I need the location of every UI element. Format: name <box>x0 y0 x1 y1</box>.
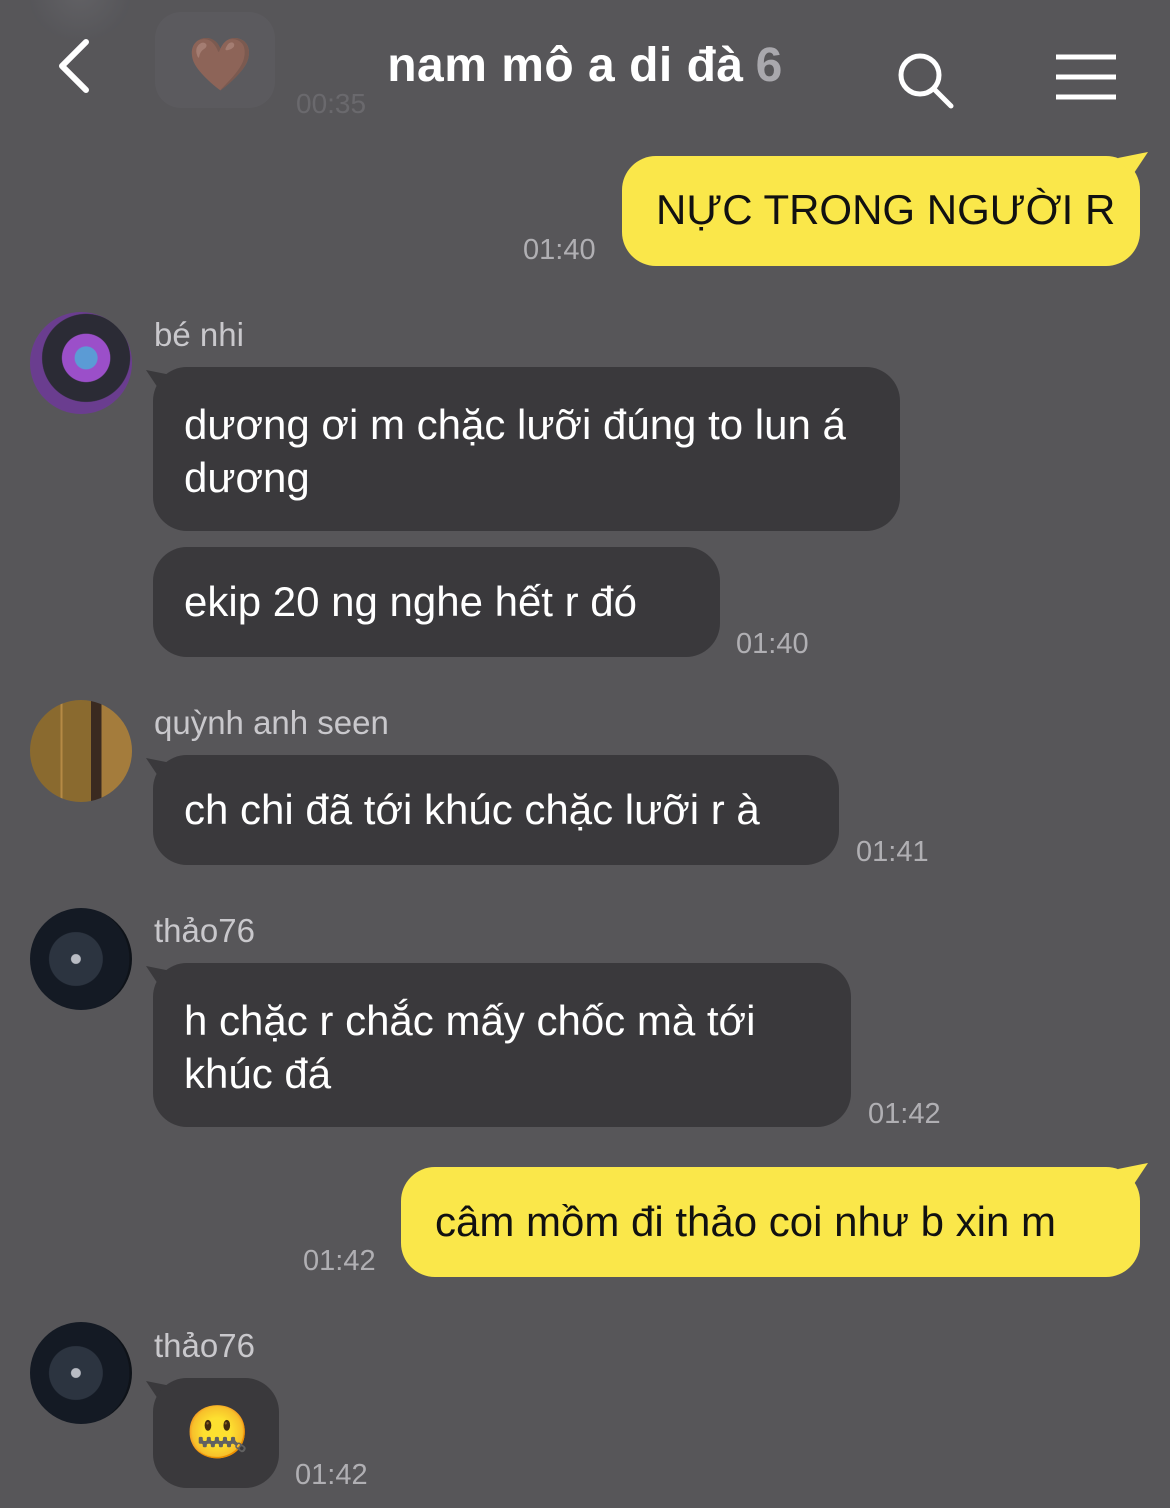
message-time: 01:42 <box>295 1459 368 1491</box>
sender-name: quỳnh anh seen <box>154 704 389 741</box>
message-text: câm mồm đi thảo coi như b xin m <box>435 1198 1057 1245</box>
bubble-tail <box>1118 152 1148 176</box>
member-count: 6 <box>755 39 783 92</box>
chat-title: nam mô a di đà 6 <box>0 38 1170 93</box>
search-icon[interactable] <box>895 50 957 112</box>
outgoing-message-bubble[interactable]: câm mồm đi thảo coi như b xin m <box>401 1167 1140 1277</box>
incoming-message-bubble[interactable]: h chặc r chắc mấy chốc mà tới khúc đá <box>153 963 851 1127</box>
zipper-mouth-emoji: 🤐 <box>185 1404 250 1462</box>
bubble-tail <box>1118 1163 1148 1187</box>
sender-name: thảo76 <box>154 912 255 949</box>
avatar[interactable] <box>30 1322 132 1424</box>
avatar[interactable] <box>30 908 132 1010</box>
sender-name: thảo76 <box>154 1327 255 1364</box>
menu-icon[interactable] <box>1054 52 1118 102</box>
avatar[interactable] <box>30 312 132 414</box>
avatar[interactable] <box>30 700 132 802</box>
chat-title-text: nam mô a di đà <box>387 39 744 92</box>
message-time: 01:42 <box>303 1245 376 1277</box>
message-time: 01:40 <box>736 628 809 660</box>
chat-header: nam mô a di đà 6 <box>0 0 1170 140</box>
message-time: 01:40 <box>523 234 596 266</box>
message-text: h chặc r chắc mấy chốc mà tới khúc đá <box>184 997 756 1097</box>
message-text: dương ơi m chặc lưỡi đúng to lun á dương <box>184 401 846 501</box>
incoming-message-bubble[interactable]: 🤐 <box>153 1378 279 1488</box>
chat-screen: 🤎 00:35 nam mô a di đà 6 01:40 NỰC TRONG … <box>0 0 1170 1508</box>
sender-name: bé nhi <box>154 316 244 353</box>
message-time: 01:42 <box>868 1098 941 1130</box>
outgoing-message-bubble[interactable]: NỰC TRONG NGƯỜI R <box>622 156 1140 266</box>
message-text: ekip 20 ng nghe hết r đó <box>184 578 638 625</box>
incoming-message-bubble[interactable]: ch chi đã tới khúc chặc lưỡi r à <box>153 755 839 865</box>
message-time: 01:41 <box>856 836 929 868</box>
message-text: ch chi đã tới khúc chặc lưỡi r à <box>184 786 760 833</box>
message-text: NỰC TRONG NGƯỜI R <box>656 186 1116 233</box>
incoming-message-bubble[interactable]: ekip 20 ng nghe hết r đó <box>153 547 720 657</box>
incoming-message-bubble[interactable]: dương ơi m chặc lưỡi đúng to lun á dương <box>153 367 900 531</box>
